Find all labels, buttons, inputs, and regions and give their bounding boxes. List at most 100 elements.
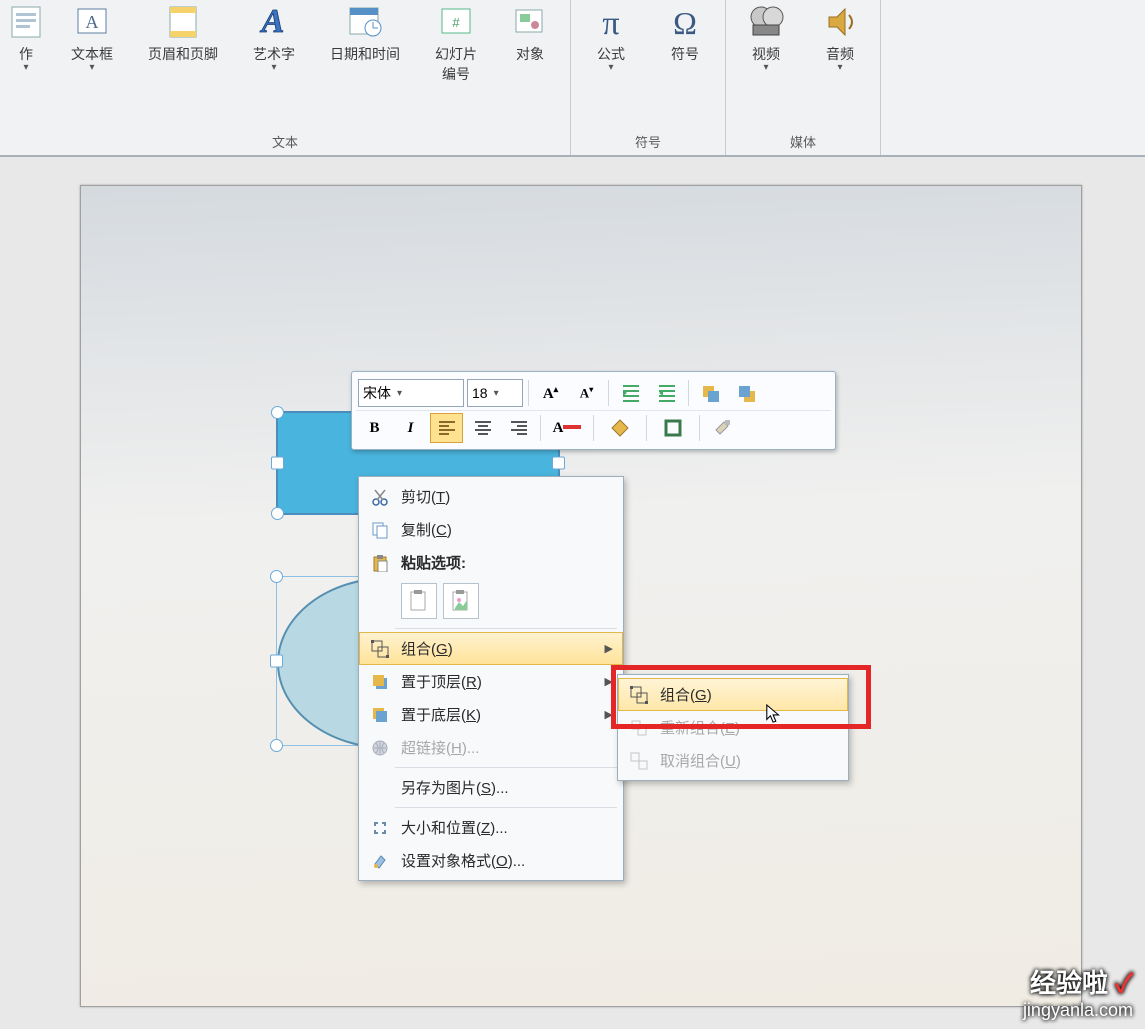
resize-handle[interactable] [552,457,565,470]
ribbon-btn-label: 作 [19,44,33,64]
ribbon-btn-label: 文本框 [71,44,113,64]
font-size-combo[interactable]: 18▾ [467,379,523,407]
shape-outline-button[interactable] [652,413,694,443]
menu-send-to-back[interactable]: 置于底层(K) ▶ [359,698,623,731]
italic-button[interactable]: I [394,413,427,443]
datetime-icon [345,2,385,42]
paste-option-picture[interactable] [443,583,479,619]
bold-button[interactable]: B [358,413,391,443]
ribbon-btn-label: 日期和时间 [330,44,400,64]
group-icon [367,640,393,658]
resize-handle[interactable] [270,570,283,583]
menu-label: 组合(G) [401,638,453,659]
decrease-indent-button[interactable] [614,378,647,408]
menu-size-position[interactable]: 大小和位置(Z)... [359,811,623,844]
shape-fill-button[interactable] [599,413,641,443]
menu-hyperlink: 超链接(H)... [359,731,623,764]
ribbon-btn-label: 艺术字 [253,44,295,64]
resize-handle[interactable] [271,457,284,470]
menu-label: 置于底层(K) [401,704,481,725]
symbol-icon: Ω [665,2,705,42]
menu-bring-to-front[interactable]: 置于顶层(R) ▶ [359,665,623,698]
hyperlink-icon [367,739,393,757]
audio-icon [820,2,860,42]
ribbon-group-media: 视频 ▾ 音频 ▾ 媒体 [726,0,881,155]
mini-toolbar: 宋体▾ 18▾ A▴ A▾ B I A [351,371,836,450]
group-submenu: 组合(G) 重新组合(E) 取消组合(U) [617,674,849,781]
dropdown-arrow-icon: ▾ [271,62,276,73]
paste-option-keep-formatting[interactable] [401,583,437,619]
submenu-arrow-icon: ▶ [605,642,613,655]
menu-label: 超链接(H)... [401,737,479,758]
svg-text:A: A [86,12,99,32]
align-center-button[interactable] [466,413,499,443]
send-backward-button[interactable] [730,378,763,408]
dropdown-arrow-icon: ▾ [763,62,768,73]
menu-group[interactable]: 组合(G) ▶ [359,632,623,665]
menu-label: 另存为图片(S)... [401,777,509,798]
ribbon-btn-label: 公式 [597,44,625,64]
paste-options-row [359,579,623,625]
resize-handle[interactable] [271,507,284,520]
slidenum-icon: # [436,2,476,42]
submenu-ungroup: 取消组合(U) [618,744,848,777]
regroup-icon [626,719,652,737]
ungroup-icon [626,752,652,770]
resize-handle[interactable] [270,739,283,752]
svg-text:A: A [260,3,285,40]
svg-text:#: # [452,15,460,30]
context-menu: 剪切(T) 复制(C) 粘贴选项: 组合(G) ▶ 置于顶层(R) ▶ 置于底层… [358,476,624,881]
ribbon-group-label: 文本 [0,128,570,153]
ribbon-group-symbols: π 公式 ▾ Ω 符号 符号 [571,0,726,155]
object-icon [510,2,550,42]
menu-label: 组合(G) [660,684,712,705]
menu-label: 取消组合(U) [660,750,741,771]
svg-text:Ω: Ω [673,5,697,41]
menu-save-as-picture[interactable]: 另存为图片(S)... [359,771,623,804]
ribbon-btn-label: 幻灯片 编号 [435,44,477,84]
bring-forward-button[interactable] [694,378,727,408]
menu-label: 粘贴选项: [401,552,466,573]
textbox-icon: A [72,2,112,42]
bring-front-icon [367,673,393,691]
grow-font-button[interactable]: A▴ [534,378,567,408]
submenu-group[interactable]: 组合(G) [618,678,848,711]
resize-handle[interactable] [271,406,284,419]
menu-label: 设置对象格式(O)... [401,850,525,871]
menu-cut[interactable]: 剪切(T) [359,480,623,513]
ribbon-btn-label: 符号 [671,44,699,64]
menu-copy[interactable]: 复制(C) [359,513,623,546]
svg-text:π: π [602,5,619,42]
ribbon-btn-label: 视频 [752,44,780,64]
ribbon-group-text: 作 ▾ A 文本框 ▾ 页眉和页脚 A 艺术字 ▾ 日期和时间 [0,0,571,155]
menu-label: 大小和位置(Z)... [401,817,508,838]
dropdown-arrow-icon: ▾ [837,62,842,73]
align-right-button[interactable] [502,413,535,443]
send-back-icon [367,706,393,724]
equation-icon: π [591,2,631,42]
increase-indent-button[interactable] [650,378,683,408]
menu-format-object[interactable]: 设置对象格式(O)... [359,844,623,877]
dropdown-arrow-icon: ▾ [608,62,613,73]
format-painter-button[interactable] [705,413,738,443]
menu-label: 重新组合(E) [660,717,740,738]
font-color-button[interactable]: A [546,413,588,443]
resize-handle[interactable] [270,655,283,668]
group-icon [626,686,652,704]
menu-label: 剪切(T) [401,486,450,507]
slide-canvas[interactable]: 宋体▾ 18▾ A▴ A▾ B I A [80,185,1082,1007]
wordart-icon: A [254,2,294,42]
ribbon-group-label: 媒体 [726,128,880,153]
watermark: 经验啦 ✓ jingyanla.com [1023,963,1133,1021]
font-family-combo[interactable]: 宋体▾ [358,379,464,407]
video-icon [746,2,786,42]
align-left-button[interactable] [430,413,463,443]
shrink-font-button[interactable]: A▾ [570,378,603,408]
ribbon-group-label: 符号 [571,128,725,153]
submenu-regroup: 重新组合(E) [618,711,848,744]
ribbon-btn-label: 页眉和页脚 [148,44,218,64]
menu-label: 置于顶层(R) [401,671,482,692]
ribbon-btn-label: 对象 [516,44,544,64]
submenu-arrow-icon: ▶ [605,708,613,721]
ribbon: 作 ▾ A 文本框 ▾ 页眉和页脚 A 艺术字 ▾ 日期和时间 [0,0,1145,157]
